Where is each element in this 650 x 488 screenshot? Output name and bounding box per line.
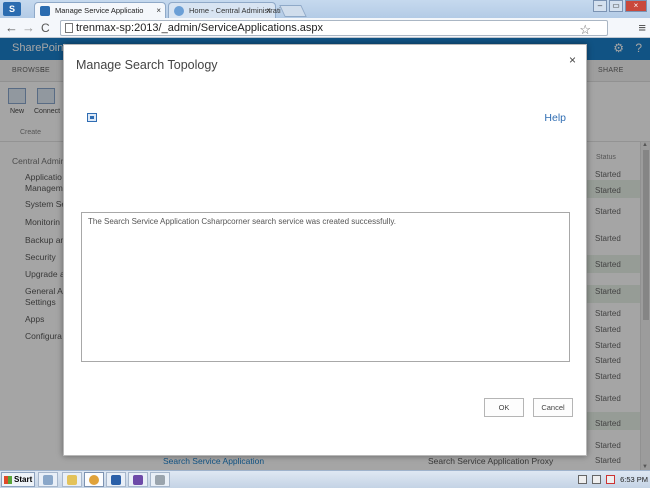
- visual-studio-icon: [133, 475, 143, 485]
- start-label: Start: [14, 475, 33, 484]
- server-manager-icon: [43, 475, 53, 485]
- tab-close-icon[interactable]: ×: [156, 3, 161, 19]
- address-toolbar: ← → C trenmax-sp:2013/_admin/ServiceAppl…: [0, 18, 650, 38]
- start-button[interactable]: Start: [1, 472, 35, 487]
- taskbar-explorer[interactable]: [62, 472, 82, 487]
- ok-button[interactable]: OK: [484, 398, 524, 417]
- network-icon[interactable]: [592, 475, 602, 484]
- success-message: The Search Service Application Csharpcor…: [88, 217, 396, 226]
- flag-icon[interactable]: [578, 475, 588, 484]
- windows-logo-icon: [4, 476, 12, 484]
- minimize-button[interactable]: –: [593, 0, 607, 12]
- tab-manage-service-applications[interactable]: Manage Service Applicatio ×: [34, 2, 166, 18]
- app-logo-icon: S: [3, 2, 21, 16]
- url-text: trenmax-sp:2013/_admin/ServiceApplicatio…: [76, 22, 324, 34]
- reload-button[interactable]: C: [41, 20, 50, 36]
- taskbar-server-manager[interactable]: [38, 472, 58, 487]
- browser-titlebar: S Manage Service Applicatio × Home - Cen…: [0, 0, 650, 18]
- dialog-title: Manage Search Topology: [76, 58, 218, 72]
- folder-icon: [67, 475, 77, 485]
- powershell-icon: [111, 475, 121, 485]
- back-button[interactable]: ←: [5, 20, 18, 36]
- window-close-button[interactable]: ×: [625, 0, 647, 12]
- cancel-button[interactable]: Cancel: [533, 398, 573, 417]
- maximize-button[interactable]: ▭: [609, 0, 623, 12]
- browser-menu-icon[interactable]: ≡: [638, 20, 646, 35]
- chrome-icon: [89, 475, 99, 485]
- tab-central-administration-home[interactable]: Home - Central Administrati ×: [168, 2, 281, 19]
- sharepoint-favicon-icon: [40, 6, 50, 16]
- tab-close-icon[interactable]: ×: [266, 3, 271, 19]
- taskbar: Start 6:53 PM: [0, 470, 650, 488]
- message-box: The Search Service Application Csharpcor…: [81, 212, 570, 362]
- volume-icon[interactable]: [606, 475, 616, 484]
- bookmark-star-icon[interactable]: ☆: [579, 22, 591, 38]
- window-controls: – ▭ ×: [593, 0, 647, 12]
- forward-button[interactable]: →: [22, 20, 35, 36]
- system-tray: 6:53 PM: [578, 472, 648, 487]
- app-icon: [155, 475, 165, 485]
- tab-label: Manage Service Applicatio: [55, 6, 144, 15]
- taskbar-visual-studio[interactable]: [128, 472, 148, 487]
- help-link[interactable]: Help: [544, 112, 566, 124]
- dialog-close-icon[interactable]: ×: [569, 53, 576, 67]
- taskbar-powershell[interactable]: [106, 472, 126, 487]
- search-topology-icon: [87, 113, 97, 122]
- loading-favicon-icon: [174, 6, 184, 16]
- url-input[interactable]: trenmax-sp:2013/_admin/ServiceApplicatio…: [60, 20, 608, 38]
- taskbar-app[interactable]: [150, 472, 170, 487]
- manage-search-topology-dialog: Manage Search Topology × Help The Search…: [63, 44, 587, 456]
- screen: S Manage Service Applicatio × Home - Cen…: [0, 0, 650, 488]
- new-tab-button[interactable]: [279, 5, 307, 17]
- clock[interactable]: 6:53 PM: [620, 475, 648, 484]
- page-icon: [65, 23, 73, 33]
- taskbar-chrome[interactable]: [84, 472, 104, 487]
